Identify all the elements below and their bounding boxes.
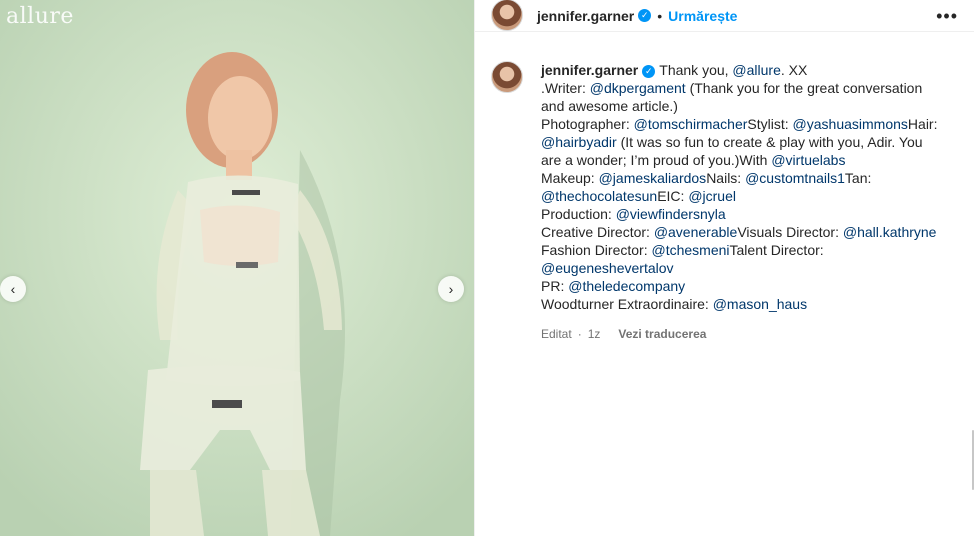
see-translation-button[interactable]: Vezi traducerea <box>618 325 706 343</box>
caption-text-segment: Production: <box>541 206 616 222</box>
caption-text-segment: Creative Director: <box>541 224 654 240</box>
next-image-button[interactable]: › <box>438 276 464 302</box>
caption-line: Makeup: @jameskaliardosNails: @customtna… <box>541 169 941 187</box>
mention-link[interactable]: @viewfindersnyla <box>616 206 726 222</box>
mention-link[interactable]: @allure <box>732 62 780 78</box>
previous-image-button[interactable]: ‹ <box>0 276 26 302</box>
caption-text-segment: Woodturner Extraordinaire: <box>541 296 713 312</box>
more-options-icon[interactable]: ••• <box>936 6 958 27</box>
caption-text-segment: Fashion Director: <box>541 242 652 258</box>
post-header: jennifer.garner ✓ • Urmărește ••• <box>475 0 974 32</box>
caption-text-segment: Stylist: <box>747 116 793 132</box>
caption-line: Photographer: @tomschirmacherStylist: @y… <box>541 115 941 133</box>
caption-text: jennifer.garner ✓ Thank you, @allure. XX .W… <box>541 61 941 313</box>
mention-link[interactable]: @customtnails1 <box>745 170 845 186</box>
mention-link[interactable]: @avenerable <box>654 224 738 240</box>
mention-link[interactable]: @yashuasimmons <box>793 116 908 132</box>
brand-watermark: allure <box>6 4 74 29</box>
post-age[interactable]: 1z <box>588 325 601 343</box>
mention-link[interactable]: @jcruel <box>688 188 736 204</box>
caption-line: and awesome article.) <box>541 97 941 115</box>
caption-text-segment: Tan: <box>844 170 872 186</box>
verified-badge-icon: ✓ <box>638 9 652 22</box>
caption-text-segment: Hair: <box>907 116 938 132</box>
caption-meta: Editat · 1z Vezi traducerea <box>541 325 941 343</box>
caption-line: @thechocolatesunEIC: @jcruel <box>541 187 941 205</box>
caption-text-segment: Talent Director: <box>729 242 824 258</box>
mention-link[interactable]: @mason_haus <box>713 296 807 312</box>
mention-link[interactable]: @tchesmeni <box>651 242 729 258</box>
meta-separator: · <box>577 327 582 341</box>
caption-avatar[interactable] <box>491 61 523 93</box>
mention-link[interactable]: @dkpergament <box>590 80 686 96</box>
caption-line: Production: @viewfindersnyla <box>541 205 941 223</box>
chevron-right-icon: › <box>448 281 454 297</box>
caption-line: PR: @theledecompany <box>541 277 941 295</box>
caption-line: Fashion Director: @tchesmeniTalent Direc… <box>541 241 941 259</box>
caption-text-segment: Photographer: <box>541 116 634 132</box>
header-username[interactable]: jennifer.garner <box>537 8 634 24</box>
caption-username[interactable]: jennifer.garner <box>541 62 638 78</box>
mention-link[interactable]: @thechocolatesun <box>541 188 657 204</box>
mention-link[interactable]: @jameskaliardos <box>599 170 707 186</box>
caption-line: Woodturner Extraordinaire: @mason_haus <box>541 295 941 313</box>
caption-text-segment: are a wonder; I’m proud of you.)With <box>541 152 772 168</box>
mention-link[interactable]: @theledecompany <box>568 278 685 294</box>
post-photo <box>0 0 474 536</box>
caption-text-segment: Thank you, <box>659 62 733 78</box>
caption-line: @eugeneshevertalov <box>541 259 941 277</box>
caption-text-segment: Nails: <box>706 170 746 186</box>
caption-line: jennifer.garner ✓ Thank you, @allure. XX <box>541 61 941 79</box>
verified-badge-icon: ✓ <box>642 64 656 78</box>
caption: jennifer.garner ✓ Thank you, @allure. XX .W… <box>475 32 974 343</box>
mention-link[interactable]: @eugeneshevertalov <box>541 260 674 276</box>
caption-text-segment: EIC: <box>657 188 689 204</box>
edited-label: Editat <box>541 327 572 341</box>
caption-text-segment: . XX <box>780 62 808 78</box>
mention-link[interactable]: @hall.kathryne <box>843 224 937 240</box>
post-details-panel: jennifer.garner ✓ • Urmărește ••• jennif… <box>474 0 974 536</box>
separator-dot: • <box>657 7 663 24</box>
caption-text-segment: Visuals Director: <box>737 224 843 240</box>
caption-text-segment: Makeup: <box>541 170 599 186</box>
mention-link[interactable]: @virtuelabs <box>771 152 845 168</box>
caption-body: jennifer.garner ✓ Thank you, @allure. XX .W… <box>541 61 941 343</box>
caption-text-segment: (Thank you for the great conversation <box>685 80 923 96</box>
avatar[interactable] <box>491 0 523 31</box>
post-media: allure ‹ › <box>0 0 474 536</box>
caption-line: @hairbyadir (It was so fun to create & p… <box>541 133 941 151</box>
caption-text-segment: .Writer: <box>541 80 590 96</box>
caption-line: Creative Director: @avenerableVisuals Di… <box>541 223 941 241</box>
mention-link[interactable]: @hairbyadir <box>541 134 617 150</box>
caption-text-segment: PR: <box>541 278 569 294</box>
caption-line: are a wonder; I’m proud of you.)With @vi… <box>541 151 941 169</box>
chevron-left-icon: ‹ <box>10 281 16 297</box>
caption-text-segment: and awesome article.) <box>541 98 678 114</box>
caption-text-segment: (It was so fun to create & play with you… <box>616 134 923 150</box>
caption-line: .Writer: @dkpergament (Thank you for the… <box>541 79 941 97</box>
follow-button[interactable]: Urmărește <box>668 8 737 24</box>
mention-link[interactable]: @tomschirmacher <box>634 116 748 132</box>
